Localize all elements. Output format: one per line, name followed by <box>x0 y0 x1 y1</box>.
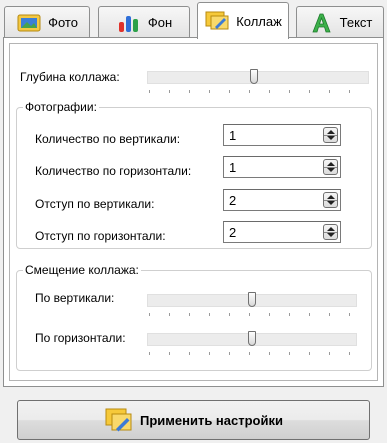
tab-bar: Фото Фон Коллаж Текст <box>2 2 385 39</box>
tab-label: Фото <box>48 15 78 30</box>
slider-thumb[interactable] <box>248 292 256 307</box>
offset-group: Смещение коллажа: По вертикали: По гориз… <box>16 263 372 371</box>
vertical-spacing-input[interactable] <box>224 190 316 210</box>
vertical-offset-slider[interactable] <box>147 291 357 321</box>
spin-buttons[interactable] <box>323 192 338 208</box>
tab-photo[interactable]: Фото <box>4 6 90 38</box>
photos-group-title: Фотографии: <box>23 100 99 114</box>
tab-collage[interactable]: Коллаж <box>197 2 289 39</box>
vertical-spacing-label: Отступ по вертикали: <box>35 197 155 211</box>
collage-icon <box>204 10 230 32</box>
vertical-spacing-spinner[interactable] <box>223 189 341 211</box>
vertical-offset-label: По вертикали: <box>35 291 115 305</box>
slider-ticks <box>149 90 367 93</box>
depth-slider[interactable] <box>147 68 369 98</box>
cols-count-label: Количество по горизонтали: <box>35 164 192 178</box>
horizontal-offset-slider[interactable] <box>147 330 357 360</box>
collage-settings-panel: Глубина коллажа: Фотографии: Количество … <box>3 37 384 387</box>
spin-buttons[interactable] <box>323 127 338 143</box>
spin-buttons[interactable] <box>323 224 338 240</box>
slider-thumb[interactable] <box>248 331 256 346</box>
photos-group: Фотографии: Количество по вертикали: Кол… <box>16 100 372 249</box>
rows-count-label: Количество по вертикали: <box>35 132 181 146</box>
settings-frame: Глубина коллажа: Фотографии: Количество … <box>9 43 378 381</box>
rows-count-spinner[interactable] <box>223 124 341 146</box>
offset-group-title: Смещение коллажа: <box>23 263 141 277</box>
chart-icon <box>116 12 142 34</box>
apply-button-label: Применить настройки <box>140 412 283 428</box>
horizontal-spacing-input[interactable] <box>224 222 316 242</box>
horizontal-offset-label: По горизонтали: <box>35 331 126 345</box>
photo-icon <box>16 12 42 34</box>
cols-count-spinner[interactable] <box>223 156 341 178</box>
horizontal-spacing-spinner[interactable] <box>223 221 341 243</box>
collage-icon <box>104 406 134 434</box>
depth-label: Глубина коллажа: <box>20 70 120 84</box>
tab-label: Текст <box>339 15 373 30</box>
tab-label: Фон <box>147 15 173 30</box>
slider-ticks <box>149 352 355 355</box>
tab-background[interactable]: Фон <box>98 6 190 38</box>
text-icon <box>308 12 334 34</box>
cols-count-input[interactable] <box>224 157 316 177</box>
slider-track <box>147 71 369 84</box>
spin-buttons[interactable] <box>323 159 338 175</box>
tab-text[interactable]: Текст <box>296 6 384 38</box>
tab-label: Коллаж <box>236 13 282 29</box>
slider-thumb[interactable] <box>249 69 258 84</box>
apply-settings-button[interactable]: Применить настройки <box>17 400 370 440</box>
horizontal-spacing-label: Отступ по горизонтали: <box>35 229 166 243</box>
slider-ticks <box>149 313 355 316</box>
rows-count-input[interactable] <box>224 125 316 145</box>
